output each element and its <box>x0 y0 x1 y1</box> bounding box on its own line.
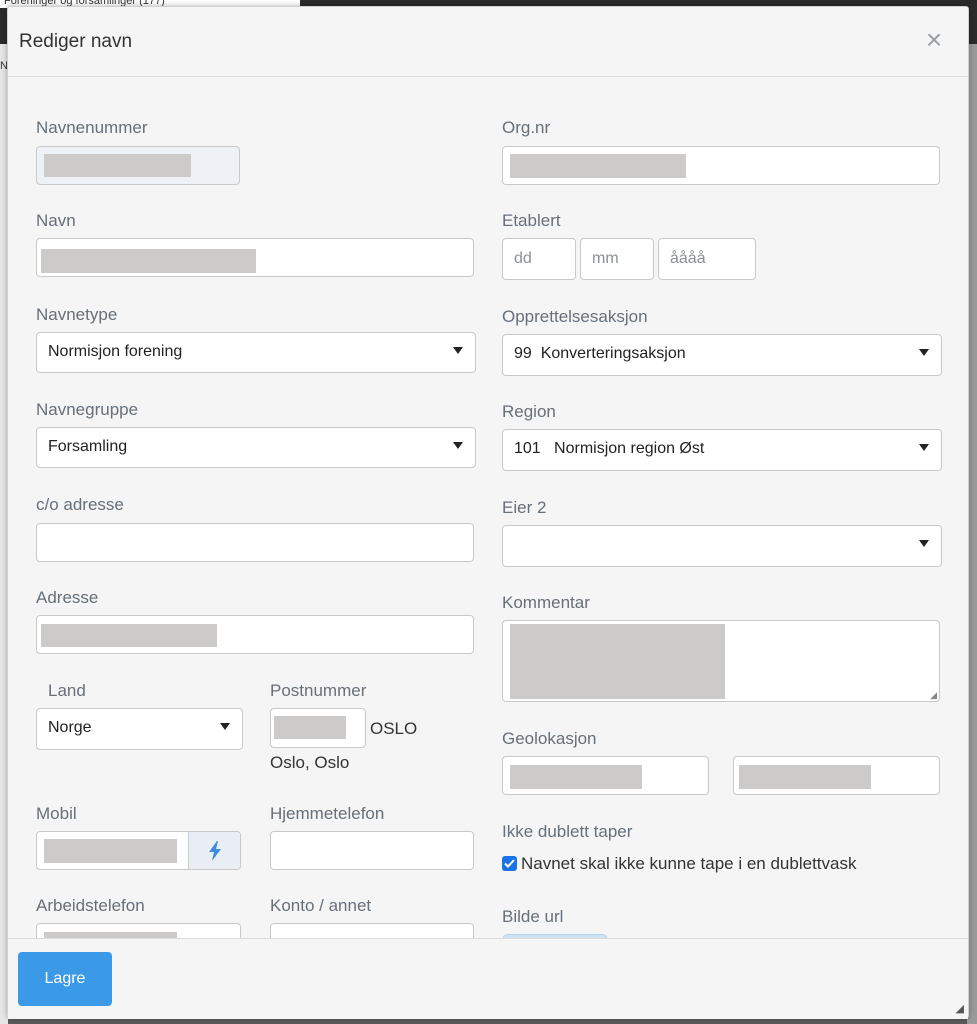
kommentar-label: Kommentar <box>502 593 590 612</box>
postnummer-input[interactable] <box>270 708 366 748</box>
chevron-down-icon <box>919 540 929 547</box>
arbeidstelefon-label: Arbeidstelefon <box>36 896 145 915</box>
hjemmetelefon-text[interactable] <box>271 832 473 869</box>
geolokasjon-lat-input[interactable] <box>502 756 709 795</box>
region-value: 101 Normisjon region Øst <box>514 440 705 457</box>
navnegruppe-select[interactable]: Forsamling <box>36 427 476 468</box>
chevron-down-icon <box>919 444 929 451</box>
close-icon: × <box>925 24 943 55</box>
opprettelsesaksjon-label: Opprettelsesaksjon <box>502 307 648 326</box>
save-button[interactable]: Lagre <box>18 952 112 1006</box>
land-select[interactable]: Norge <box>36 708 243 750</box>
dublett-checkbox-label[interactable]: Navnet skal ikke kunne tape i en dublett… <box>521 854 856 874</box>
lightning-icon <box>208 840 221 861</box>
redacted-block <box>44 154 191 177</box>
close-button[interactable]: × <box>920 24 948 55</box>
etablert-year-input[interactable] <box>658 238 756 280</box>
chevron-down-icon <box>453 347 463 354</box>
region-label: Region <box>502 402 556 421</box>
region-select[interactable]: 101 Normisjon region Øst <box>502 429 942 471</box>
navnenummer-field <box>36 146 240 185</box>
dublett-checkbox[interactable] <box>502 856 517 871</box>
redacted-block <box>739 765 871 789</box>
navn-label: Navn <box>36 211 76 230</box>
navnegruppe-label: Navnegruppe <box>36 400 139 419</box>
post-region: Oslo, Oslo <box>270 753 350 772</box>
eier2-value <box>503 526 941 566</box>
co-address-input[interactable] <box>36 523 474 562</box>
redacted-block <box>41 624 217 647</box>
etablert-day-text[interactable] <box>503 239 575 279</box>
arbeidstelefon-input[interactable] <box>36 923 241 938</box>
dialog-title: Rediger navn <box>19 31 133 52</box>
dialog-body: Navnenummer Navn Navnetype Normisjon for… <box>8 78 968 938</box>
kommentar-textarea[interactable]: ◢ <box>502 620 940 702</box>
eier2-select[interactable] <box>502 525 942 567</box>
land-label: Land <box>48 681 86 700</box>
chevron-down-icon <box>453 442 463 449</box>
konto-input[interactable] <box>270 923 474 938</box>
post-city: OSLO <box>370 719 418 738</box>
resize-grip-icon[interactable]: ◢ <box>956 1002 964 1015</box>
land-value: Norge <box>48 719 92 736</box>
mobil-label: Mobil <box>36 804 77 823</box>
edit-name-dialog: Rediger navn × Navnenummer Navn Navnetyp… <box>7 6 969 1019</box>
eier2-label: Eier 2 <box>502 498 547 517</box>
hjemmetelefon-input[interactable] <box>270 831 474 870</box>
etablert-year-text[interactable] <box>659 239 755 279</box>
redacted-block <box>510 765 642 789</box>
konto-label: Konto / annet <box>270 896 372 915</box>
navnetype-value: Normisjon forening <box>48 343 183 360</box>
orgnr-label: Org.nr <box>502 118 551 137</box>
adresse-input[interactable] <box>36 615 474 654</box>
co-address-label: c/o adresse <box>36 495 124 514</box>
chevron-down-icon <box>220 723 230 730</box>
etablert-label: Etablert <box>502 211 561 230</box>
dublett-label: Ikke dublett taper <box>502 822 633 841</box>
postnummer-label: Postnummer <box>270 681 367 700</box>
dialog-header: Rediger navn × <box>8 7 968 77</box>
resize-grip-icon[interactable]: ◢ <box>930 691 937 700</box>
konto-text[interactable] <box>271 924 473 938</box>
checkmark-icon <box>504 859 515 868</box>
etablert-month-text[interactable] <box>581 239 653 279</box>
geolokasjon-lng-input[interactable] <box>733 756 940 795</box>
adresse-label: Adresse <box>36 588 99 607</box>
navn-input[interactable] <box>36 238 474 277</box>
redacted-block <box>510 624 725 699</box>
dialog-footer: Lagre ◢ <box>8 938 968 1019</box>
opprettelsesaksjon-select[interactable]: 99 Konverteringsaksjon <box>502 334 942 376</box>
navnetype-select[interactable]: Normisjon forening <box>36 332 476 373</box>
navnetype-label: Navnetype <box>36 305 118 324</box>
redacted-block <box>274 716 346 739</box>
redacted-block <box>510 154 686 178</box>
chevron-down-icon <box>919 349 929 356</box>
etablert-day-input[interactable] <box>502 238 576 280</box>
etablert-month-input[interactable] <box>580 238 654 280</box>
navnenummer-label: Navnenummer <box>36 118 148 137</box>
geolokasjon-label: Geolokasjon <box>502 729 597 748</box>
redacted-block <box>44 839 177 863</box>
mobil-input[interactable] <box>36 831 241 870</box>
hjemmetelefon-label: Hjemmetelefon <box>270 804 385 823</box>
navnegruppe-value: Forsamling <box>48 438 128 455</box>
co-address-text[interactable] <box>37 524 473 561</box>
opprettelsesaksjon-value: 99 Konverteringsaksjon <box>514 345 686 362</box>
bildeurl-label: Bilde url <box>502 907 564 926</box>
redacted-block <box>41 249 256 273</box>
orgnr-input[interactable] <box>502 146 940 185</box>
lightning-button[interactable] <box>188 832 240 869</box>
